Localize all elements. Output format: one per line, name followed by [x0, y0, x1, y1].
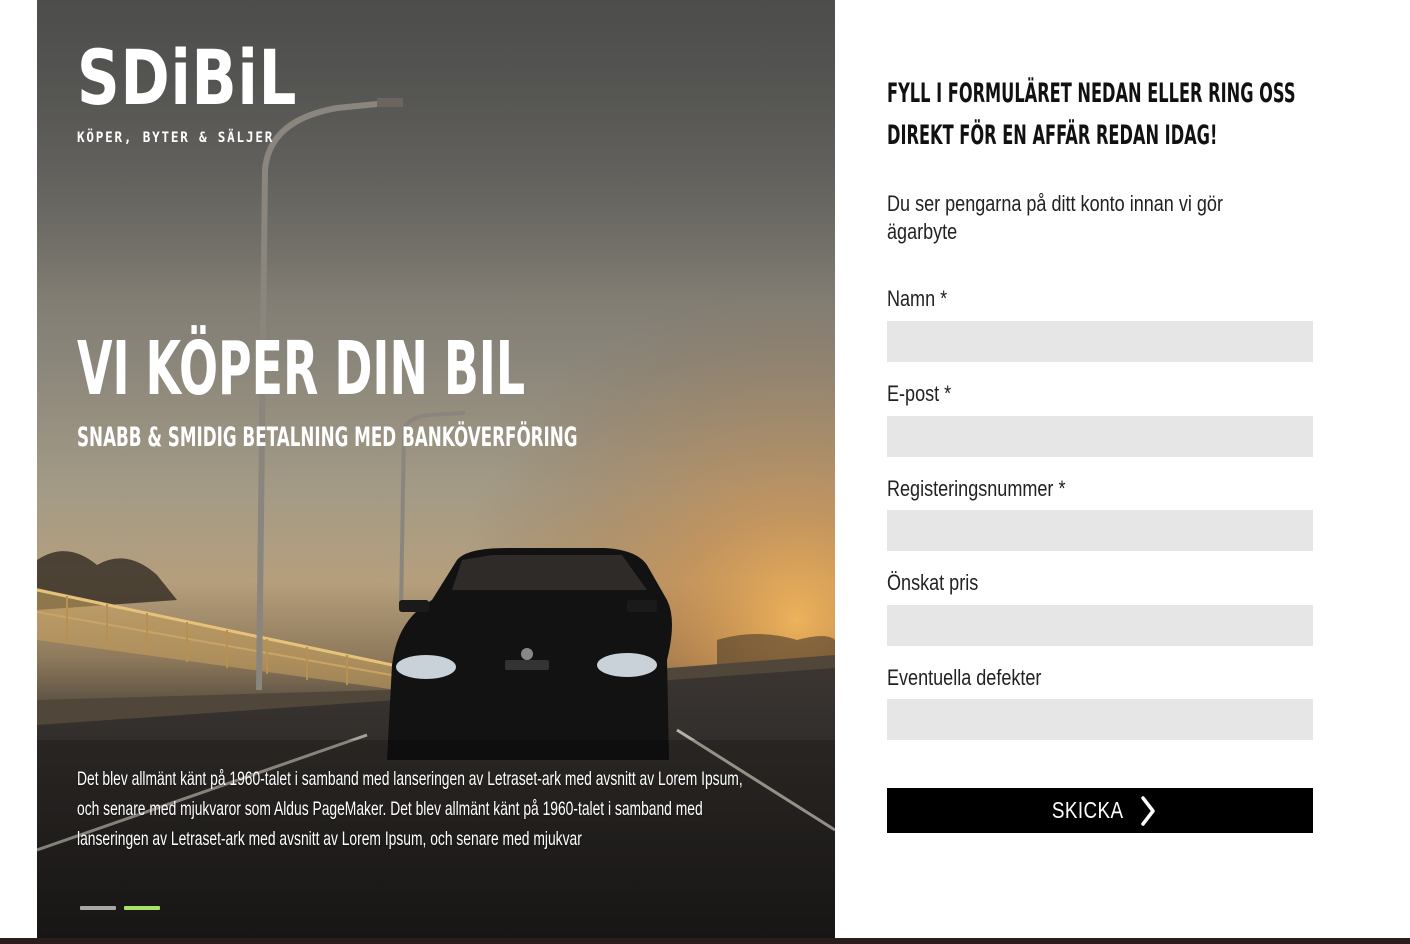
hero-banner: SDiBiL KÖPER, BYTER & SÄLJER VI KÖPER DI… [37, 0, 835, 938]
hero-subtitle: SNABB & SMIDIG BETALNING MED BANKÖVERFÖR… [77, 422, 578, 453]
chevron-right-icon [1140, 795, 1155, 826]
defects-label: Eventuella defekter [887, 665, 1042, 690]
name-field[interactable] [887, 321, 1313, 362]
hero-title: VI KÖPER DIN BIL [77, 326, 526, 412]
name-label: Namn * [887, 286, 948, 311]
bottom-border [0, 938, 1410, 944]
email-field[interactable] [887, 416, 1313, 457]
submit-button-label: SKICKA [1052, 797, 1124, 823]
registration-number-label: Registeringsnummer * [887, 476, 1066, 501]
hero-description: Det blev allmänt känt på 1960-talet i sa… [77, 768, 743, 850]
form-intro-text: Du ser pengarna på ditt konto innan vi g… [887, 191, 1223, 244]
desired-price-label: Önskat pris [887, 570, 979, 595]
email-label: E-post * [887, 381, 952, 406]
defects-field[interactable] [887, 699, 1313, 740]
logo-tagline: KÖPER, BYTER & SÄLJER [77, 130, 275, 146]
registration-number-field[interactable] [887, 510, 1313, 551]
submit-button[interactable]: SKICKA [887, 788, 1313, 833]
logo-wordmark: SDiBiL [77, 33, 298, 122]
site-logo[interactable]: SDiBiL KÖPER, BYTER & SÄLJER [77, 33, 359, 147]
slider-dot-2-active[interactable] [124, 906, 160, 910]
form-heading-line-1: FYLL I FORMULÄRET NEDAN ELLER RING OSS [887, 78, 1296, 109]
desired-price-field[interactable] [887, 605, 1313, 646]
form-heading-line-2: DIREKT FÖR EN AFFÄR REDAN IDAG! [887, 120, 1218, 151]
slider-indicators [80, 906, 160, 910]
form-heading: FYLL I FORMULÄRET NEDAN ELLER RING OSS D… [887, 73, 1296, 157]
slider-dot-1[interactable] [80, 906, 116, 910]
